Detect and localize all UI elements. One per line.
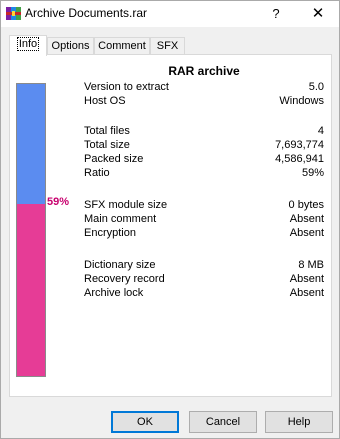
help-title-button[interactable]: ? <box>267 4 285 24</box>
ok-button[interactable]: OK <box>111 411 179 433</box>
archive-type-heading: RAR archive <box>168 64 240 78</box>
value-sfx-module-size: 0 bytes <box>288 199 324 211</box>
row-total-size: Total size 7,693,774 <box>84 139 324 153</box>
compression-ratio-bar <box>16 83 46 377</box>
ratio-bar-percent-label: 59% <box>47 196 70 208</box>
label-version-to-extract: Version to extract <box>84 81 169 93</box>
tab-comment[interactable]: Comment <box>94 37 150 55</box>
tab-sfx[interactable]: SFX <box>150 37 185 55</box>
label-main-comment: Main comment <box>84 213 157 225</box>
label-dictionary-size: Dictionary size <box>84 259 156 271</box>
row-main-comment: Main comment Absent <box>84 213 324 227</box>
label-encryption: Encryption <box>84 227 136 239</box>
archive-info-dialog: Archive Documents.rar ? ✕ Info Options C… <box>0 0 340 439</box>
ratio-bar-fill <box>17 204 45 376</box>
value-archive-lock: Absent <box>289 287 324 299</box>
label-ratio: Ratio <box>84 167 110 179</box>
row-version-to-extract: Version to extract 5.0 <box>84 81 324 95</box>
row-archive-lock: Archive lock Absent <box>84 287 324 301</box>
tab-info[interactable]: Info <box>9 35 47 56</box>
title-bar[interactable]: Archive Documents.rar ? ✕ <box>1 1 339 27</box>
value-recovery-record: Absent <box>289 273 324 285</box>
value-total-files: 4 <box>317 125 324 137</box>
value-total-size: 7,693,774 <box>275 139 324 151</box>
label-total-files: Total files <box>84 125 130 137</box>
ratio-bar-unused-portion <box>17 84 45 204</box>
value-dictionary-size: 8 MB <box>298 259 324 271</box>
close-button[interactable]: ✕ <box>306 4 330 24</box>
row-dictionary-size: Dictionary size 8 MB <box>84 259 324 273</box>
value-host-os: Windows <box>279 95 324 107</box>
value-encryption: Absent <box>289 227 324 239</box>
value-main-comment: Absent <box>289 213 324 225</box>
label-sfx-module-size: SFX module size <box>84 199 168 211</box>
label-packed-size: Packed size <box>84 153 144 165</box>
row-ratio: Ratio 59% <box>84 167 324 181</box>
label-total-size: Total size <box>84 139 130 151</box>
value-version-to-extract: 5.0 <box>308 81 324 93</box>
label-recovery-record: Recovery record <box>84 273 165 285</box>
label-archive-lock: Archive lock <box>84 287 144 299</box>
window-title: Archive Documents.rar <box>25 6 148 20</box>
row-encryption: Encryption Absent <box>84 227 324 241</box>
row-recovery-record: Recovery record Absent <box>84 273 324 287</box>
cancel-button[interactable]: Cancel <box>189 411 257 433</box>
label-host-os: Host OS <box>84 95 126 107</box>
winrar-books-icon <box>6 7 21 20</box>
tab-info-label: Info <box>16 37 40 51</box>
tab-options[interactable]: Options <box>47 37 94 55</box>
row-sfx-module-size: SFX module size 0 bytes <box>84 199 324 213</box>
row-packed-size: Packed size 4,586,941 <box>84 153 324 167</box>
value-ratio: 59% <box>301 167 324 179</box>
info-panel: 59% RAR archive Version to extract 5.0 H… <box>9 54 332 397</box>
row-total-files: Total files 4 <box>84 125 324 139</box>
help-button[interactable]: Help <box>265 411 333 433</box>
row-host-os: Host OS Windows <box>84 95 324 109</box>
value-packed-size: 4,586,941 <box>275 153 324 165</box>
